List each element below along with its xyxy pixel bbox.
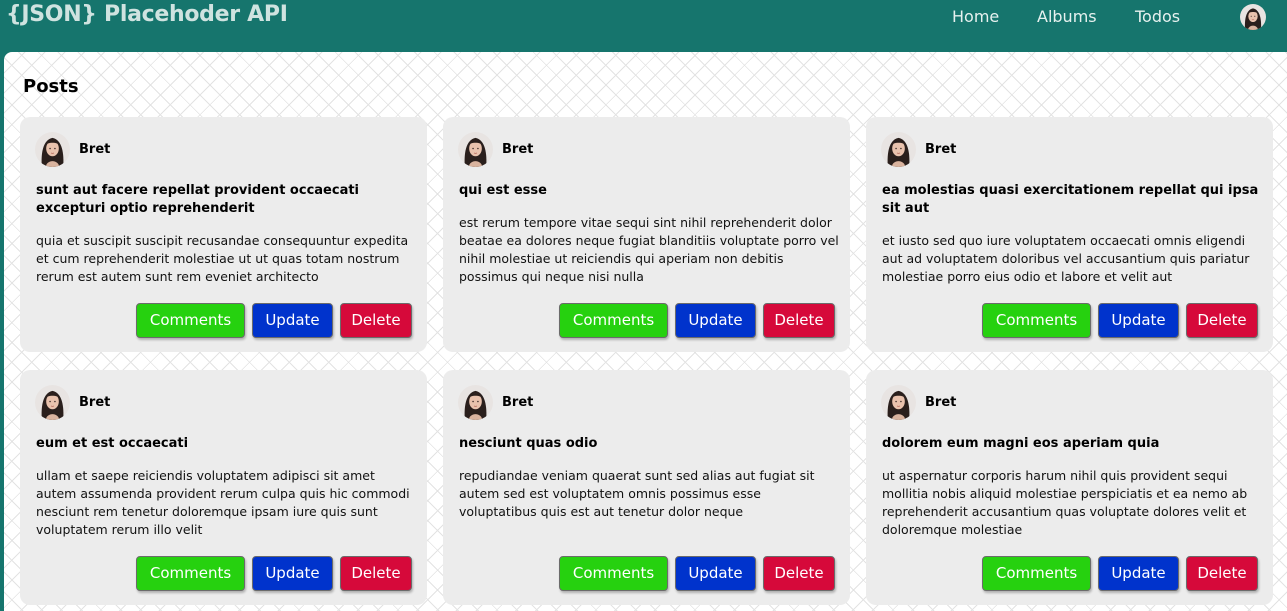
comments-button[interactable]: Comments (982, 303, 1091, 338)
post-card: Bret qui est esse est rerum tempore vita… (443, 117, 850, 352)
post-author: Bret (79, 142, 111, 157)
post-card: Bret eum et est occaecati ullam et saepe… (20, 370, 427, 605)
post-title: ea molestias quasi exercitationem repell… (882, 183, 1259, 216)
post-body: quia et suscipit suscipit recusandae con… (36, 233, 409, 284)
post-card: Bret dolorem eum magni eos aperiam quia … (866, 370, 1273, 605)
update-button[interactable]: Update (675, 556, 756, 591)
comments-button[interactable]: Comments (136, 556, 245, 591)
post-body: est rerum tempore vitae sequi sint nihil… (459, 215, 839, 284)
author-avatar-icon (458, 132, 493, 167)
delete-button[interactable]: Delete (340, 303, 412, 338)
update-button[interactable]: Update (252, 303, 333, 338)
delete-button[interactable]: Delete (763, 303, 835, 338)
author-avatar-icon (881, 385, 916, 420)
delete-button[interactable]: Delete (763, 556, 835, 591)
comments-button[interactable]: Comments (136, 303, 245, 338)
update-button[interactable]: Update (1098, 556, 1179, 591)
post-title: qui est esse (459, 183, 547, 198)
nav-link-todos[interactable]: Todos (1135, 7, 1180, 26)
delete-button[interactable]: Delete (1186, 303, 1258, 338)
post-body: et iusto sed quo iure voluptatem occaeca… (882, 233, 1250, 284)
post-body: ullam et saepe reiciendis voluptatem adi… (36, 468, 410, 537)
update-button[interactable]: Update (675, 303, 756, 338)
comments-button[interactable]: Comments (559, 303, 668, 338)
navbar: {JSON} Placehoder API Home Albums Todos (0, 0, 1287, 52)
nav-link-home[interactable]: Home (952, 7, 999, 26)
post-title: sunt aut facere repellat provident occae… (36, 183, 360, 216)
author-avatar-icon (458, 385, 493, 420)
comments-button[interactable]: Comments (559, 556, 668, 591)
author-avatar-icon (35, 385, 70, 420)
post-author: Bret (925, 142, 957, 157)
post-title: eum et est occaecati (36, 436, 189, 451)
posts-page: Posts Bret sunt aut facere repellat prov… (4, 52, 1287, 611)
update-button[interactable]: Update (252, 556, 333, 591)
page-title: Posts (23, 76, 79, 97)
post-card: Bret nesciunt quas odio repudiandae veni… (443, 370, 850, 605)
brand-title[interactable]: {JSON} Placehoder API (6, 2, 288, 27)
post-body: ut aspernatur corporis harum nihil quis … (882, 468, 1248, 537)
post-author: Bret (502, 142, 534, 157)
post-title: nesciunt quas odio (459, 436, 598, 451)
user-avatar-icon[interactable] (1240, 4, 1266, 30)
post-author: Bret (79, 395, 111, 410)
author-avatar-icon (881, 132, 916, 167)
author-avatar-icon (35, 132, 70, 167)
comments-button[interactable]: Comments (982, 556, 1091, 591)
post-author: Bret (502, 395, 534, 410)
post-card: Bret ea molestias quasi exercitationem r… (866, 117, 1273, 352)
post-card: Bret sunt aut facere repellat provident … (20, 117, 427, 352)
delete-button[interactable]: Delete (340, 556, 412, 591)
post-author: Bret (925, 395, 957, 410)
nav-link-albums[interactable]: Albums (1037, 7, 1097, 26)
post-title: dolorem eum magni eos aperiam quia (882, 436, 1160, 451)
post-body: repudiandae veniam quaerat sunt sed alia… (459, 468, 815, 519)
delete-button[interactable]: Delete (1186, 556, 1258, 591)
update-button[interactable]: Update (1098, 303, 1179, 338)
